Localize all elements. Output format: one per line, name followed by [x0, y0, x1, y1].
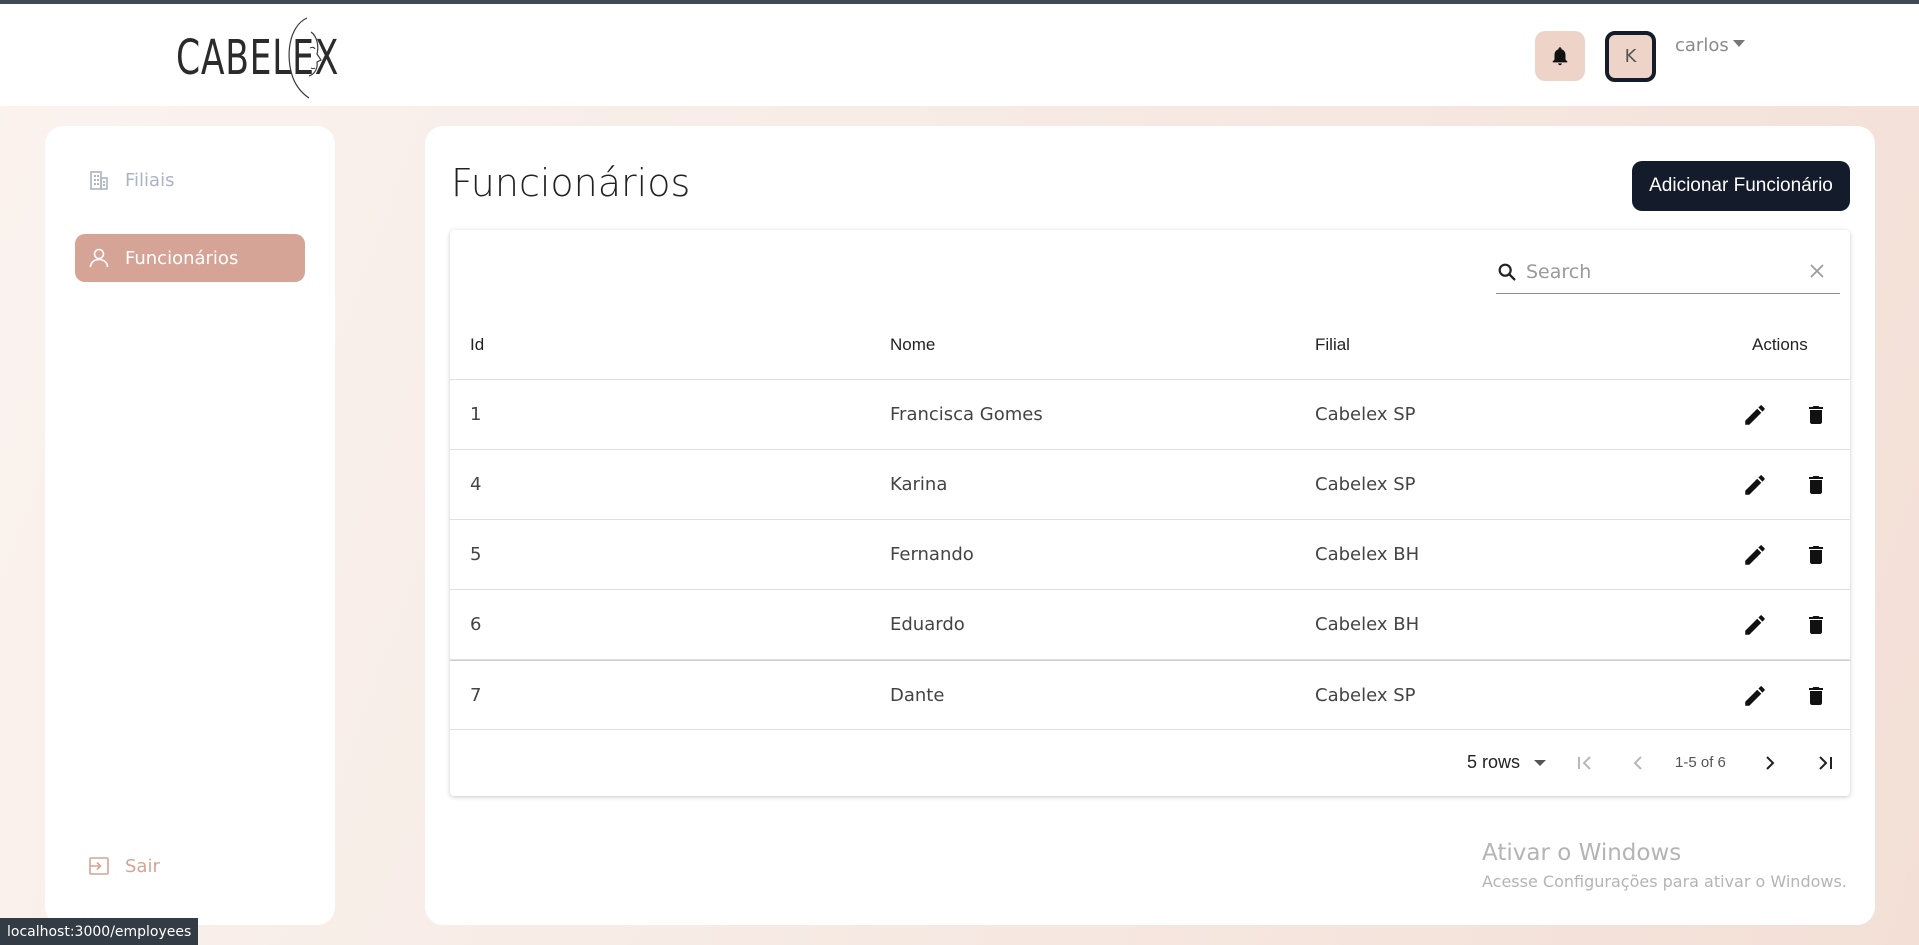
logo[interactable]: CABELEX: [176, 16, 403, 100]
search-box: [1496, 250, 1840, 294]
cell-nome: Fernando: [890, 544, 974, 565]
delete-button[interactable]: [1802, 401, 1830, 429]
trash-icon: [1809, 546, 1823, 564]
cell-filial: Cabelex SP: [1315, 685, 1416, 706]
pencil-icon: [1745, 475, 1765, 495]
cell-id: 4: [470, 474, 482, 495]
cell-id: 5: [470, 544, 482, 565]
avatar[interactable]: K: [1605, 31, 1656, 82]
pagination: 5 rows 1-5 of 6: [450, 730, 1850, 796]
column-header-actions: Actions: [1752, 335, 1808, 354]
table-row: 1 Francisca Gomes Cabelex SP: [450, 380, 1850, 450]
cell-nome: Karina: [890, 474, 948, 495]
cell-nome: Dante: [890, 685, 945, 706]
next-page-button[interactable]: [1757, 750, 1783, 776]
logout-button[interactable]: Sair: [75, 846, 160, 886]
cell-id: 1: [470, 404, 482, 425]
pencil-icon: [1745, 686, 1765, 706]
cell-filial: Cabelex BH: [1315, 614, 1420, 635]
close-icon[interactable]: [1808, 262, 1826, 280]
edit-button[interactable]: [1741, 401, 1769, 429]
user-icon: [89, 248, 109, 268]
main-panel: Funcionários Adicionar Funcionário Id No…: [425, 126, 1875, 925]
table-row: 6 Eduardo Cabelex BH: [450, 590, 1850, 660]
cell-id: 6: [470, 614, 482, 635]
pencil-icon: [1745, 545, 1765, 565]
watermark-title: Ativar o Windows: [1482, 840, 1682, 866]
logo-face-icon: [288, 17, 322, 99]
search-input[interactable]: [1526, 260, 1796, 283]
rows-per-page-value: 5 rows: [1467, 752, 1521, 772]
sidebar-item-label: Funcionários: [125, 247, 239, 269]
table-row: 5 Fernando Cabelex BH: [450, 520, 1850, 590]
table-header: Id Nome Filial Actions: [450, 310, 1850, 380]
cell-id: 7: [470, 685, 482, 706]
last-page-button[interactable]: [1812, 750, 1838, 776]
edit-button[interactable]: [1741, 471, 1769, 499]
page-title: Funcionários: [451, 161, 691, 205]
watermark-subtitle: Acesse Configurações para ativar o Windo…: [1482, 872, 1847, 891]
logout-label: Sair: [125, 855, 160, 877]
avatar-initial: K: [1624, 46, 1637, 67]
chevron-down-icon: [1732, 40, 1745, 47]
edit-button[interactable]: [1741, 611, 1769, 639]
delete-button[interactable]: [1802, 471, 1830, 499]
building-icon: [90, 171, 108, 190]
column-header-filial[interactable]: Filial: [1315, 335, 1350, 355]
sidebar: Filiais Funcionários Sair: [45, 126, 335, 925]
logout-icon: [89, 857, 109, 875]
sidebar-item-filiais[interactable]: Filiais: [75, 156, 305, 204]
pencil-icon: [1745, 615, 1765, 635]
windows-activation-watermark: Ativar o Windows Acesse Configurações pa…: [1482, 840, 1847, 891]
first-page-icon: [1578, 756, 1591, 770]
chevron-down-icon: [1534, 759, 1547, 766]
rows-per-page-select[interactable]: 5 rows: [1467, 752, 1547, 773]
sidebar-item-funcionarios[interactable]: Funcionários: [75, 234, 305, 282]
chevron-left-icon: [1633, 756, 1642, 770]
delete-button[interactable]: [1802, 611, 1830, 639]
status-bar-url: localhost:3000/employees: [0, 918, 199, 945]
user-menu-dropdown[interactable]: carlos: [1675, 35, 1745, 56]
add-employee-button[interactable]: Adicionar Funcionário: [1632, 161, 1850, 211]
username-label: carlos: [1675, 35, 1729, 56]
cell-nome: Eduardo: [890, 614, 965, 635]
column-header-nome[interactable]: Nome: [890, 335, 935, 355]
delete-button[interactable]: [1802, 682, 1830, 710]
cell-filial: Cabelex BH: [1315, 544, 1420, 565]
edit-button[interactable]: [1741, 541, 1769, 569]
cell-nome: Francisca Gomes: [890, 404, 1043, 425]
column-header-id[interactable]: Id: [470, 335, 484, 355]
table-row: 7 Dante Cabelex SP: [450, 660, 1850, 730]
last-page-icon: [1819, 756, 1832, 770]
chevron-right-icon: [1766, 756, 1775, 770]
cell-filial: Cabelex SP: [1315, 404, 1416, 425]
search-icon: [1498, 263, 1516, 281]
top-header: CABELEX K carlos: [0, 4, 1919, 106]
page-info: 1-5 of 6: [1675, 754, 1726, 771]
delete-button[interactable]: [1802, 541, 1830, 569]
pencil-icon: [1745, 405, 1765, 425]
first-page-button[interactable]: [1572, 750, 1598, 776]
edit-button[interactable]: [1741, 682, 1769, 710]
bell-icon: [1552, 47, 1568, 66]
trash-icon: [1809, 406, 1823, 424]
employees-table: Id Nome Filial Actions 1 Francisca Gomes…: [450, 230, 1850, 796]
notifications-button[interactable]: [1535, 31, 1585, 81]
previous-page-button[interactable]: [1625, 750, 1651, 776]
trash-icon: [1809, 616, 1823, 634]
cell-filial: Cabelex SP: [1315, 474, 1416, 495]
trash-icon: [1809, 687, 1823, 705]
trash-icon: [1809, 476, 1823, 494]
sidebar-item-label: Filiais: [125, 169, 175, 191]
table-row: 4 Karina Cabelex SP: [450, 450, 1850, 520]
